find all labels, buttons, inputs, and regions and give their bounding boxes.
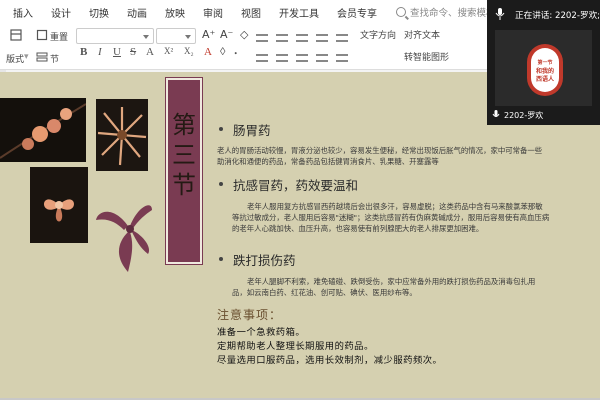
notes-title: 注意事项： (217, 308, 283, 322)
font-color-icon[interactable]: A (204, 46, 212, 58)
notes-line-2: 定期帮助老人整理长期服用的药品。 (217, 341, 374, 352)
font-family-dropdown[interactable] (76, 28, 154, 44)
orchid-silhouette-decoration (96, 205, 152, 272)
tab-slideshow[interactable]: 放映 (156, 5, 194, 20)
section-body-stomach-medicine: 老人的胃肠活动较慢，胃液分泌也较少，容易发生便秘，经常出现饭后胀气的情况，家中可… (217, 146, 543, 166)
orchid-photo-bottom (30, 167, 88, 243)
avatar-text-top: 第一节 (537, 60, 553, 66)
layout-icon[interactable] (10, 29, 22, 41)
section-title-injury-medicine: 跌打损伤药 (233, 253, 296, 268)
text-direction-button[interactable]: 文字方向 (360, 28, 396, 41)
distribute-icon[interactable] (336, 54, 348, 62)
increase-font-icon[interactable]: A⁺ (202, 28, 215, 41)
increase-indent-icon[interactable] (316, 34, 328, 42)
highlight-icon[interactable]: ◊ (220, 46, 225, 58)
section-button[interactable]: 节 (50, 52, 59, 65)
clear-format-icon[interactable]: ◇ (240, 28, 248, 41)
search-placeholder: 查找命令、搜索模板 (410, 8, 496, 19)
search-icon (396, 7, 406, 17)
microphone-icon (495, 8, 505, 20)
notes-line-3: 尽量选用口服药品，选用长效制剂，减少服药频次。 (217, 355, 443, 366)
line-spacing-icon[interactable] (336, 34, 348, 42)
section-title-stomach-medicine: 肠胃药 (233, 123, 271, 138)
strikethrough-icon[interactable]: S (130, 46, 136, 58)
avatar-text-main: 和我的 (535, 68, 554, 75)
char-spacing-icon[interactable]: ꞏ (234, 46, 237, 61)
avatar: 第一节 和我的 西语人 (527, 44, 563, 96)
layout-button[interactable]: 版式 (6, 52, 24, 65)
decrease-indent-icon[interactable] (296, 34, 308, 42)
chapter-banner: 第 三 节 (166, 78, 202, 264)
orchid-photo-top-left (0, 98, 86, 162)
flower-photo-top-right (96, 99, 148, 171)
notes-line-1: 准备一个急救药箱。 (217, 327, 306, 338)
command-search[interactable]: 查找命令、搜索模板 (396, 5, 496, 19)
underline-icon[interactable]: U (113, 46, 121, 58)
bullet-dot (219, 127, 223, 131)
align-center-icon[interactable] (276, 54, 288, 62)
chapter-char-1: 第 (172, 111, 196, 139)
tab-review[interactable]: 审阅 (194, 5, 232, 20)
superscript-icon[interactable]: X² (164, 46, 173, 56)
font-size-dropdown[interactable] (156, 28, 196, 44)
microphone-icon (492, 110, 500, 117)
bullet-dot (219, 182, 223, 186)
convert-smartart-button[interactable]: 转智能图形 (404, 50, 449, 63)
avatar-text-bottom: 西语人 (535, 76, 554, 83)
reset-button[interactable]: 重置 (50, 30, 68, 43)
tab-design[interactable]: 设计 (42, 5, 80, 20)
align-right-icon[interactable] (296, 54, 308, 62)
section-icon[interactable] (36, 51, 48, 63)
video-meeting-overlay[interactable]: 正在讲话: 2202-罗欢; 第一节 和我的 西语人 2202-罗欢 (487, 0, 600, 125)
participant-video[interactable]: 第一节 和我的 西语人 (495, 30, 592, 106)
bold-icon[interactable]: B (80, 46, 87, 58)
tab-member[interactable]: 会员专享 (328, 5, 386, 20)
chapter-char-3: 节 (172, 171, 196, 199)
section-body-cold-medicine: 老年人服用复方抗感冒西药越境后会出很多汗，容易虚脱；这类药品中含有马来酸氯苯那敏… (232, 202, 550, 233)
align-text-button[interactable]: 对齐文本 (404, 28, 440, 41)
speaking-indicator: 正在讲话: 2202-罗欢; (487, 8, 600, 26)
tab-insert[interactable]: 插入 (4, 5, 42, 20)
participant-name: 2202-罗欢 (504, 111, 544, 120)
decrease-font-icon[interactable]: A⁻ (220, 28, 233, 41)
align-left-icon[interactable] (256, 54, 268, 62)
text-shadow-icon[interactable]: A (146, 46, 154, 58)
justify-icon[interactable] (316, 54, 328, 62)
section-title-cold-medicine: 抗感冒药，药效要温和 (233, 178, 359, 193)
numbered-list-icon[interactable] (276, 34, 288, 42)
tab-animation[interactable]: 动画 (118, 5, 156, 20)
section-body-injury-medicine: 老年人腿脚不利索，难免磕碰、跌倒受伤，家中应常备外用的跌打损伤药品及消毒包扎用品… (232, 277, 536, 297)
speaking-label: 正在讲话: 2202-罗欢; (515, 11, 600, 21)
subscript-icon[interactable]: X₂ (184, 46, 194, 56)
chapter-char-2: 三 (172, 141, 196, 169)
tab-developer[interactable]: 开发工具 (270, 5, 328, 20)
chevron-down-icon: ▾ (24, 52, 29, 62)
tab-view[interactable]: 视图 (232, 5, 270, 20)
bullet-list-icon[interactable] (256, 34, 268, 42)
tab-transition[interactable]: 切换 (80, 5, 118, 20)
bullet-dot (219, 257, 223, 261)
reset-icon[interactable] (36, 29, 48, 41)
italic-icon[interactable]: I (98, 46, 102, 58)
